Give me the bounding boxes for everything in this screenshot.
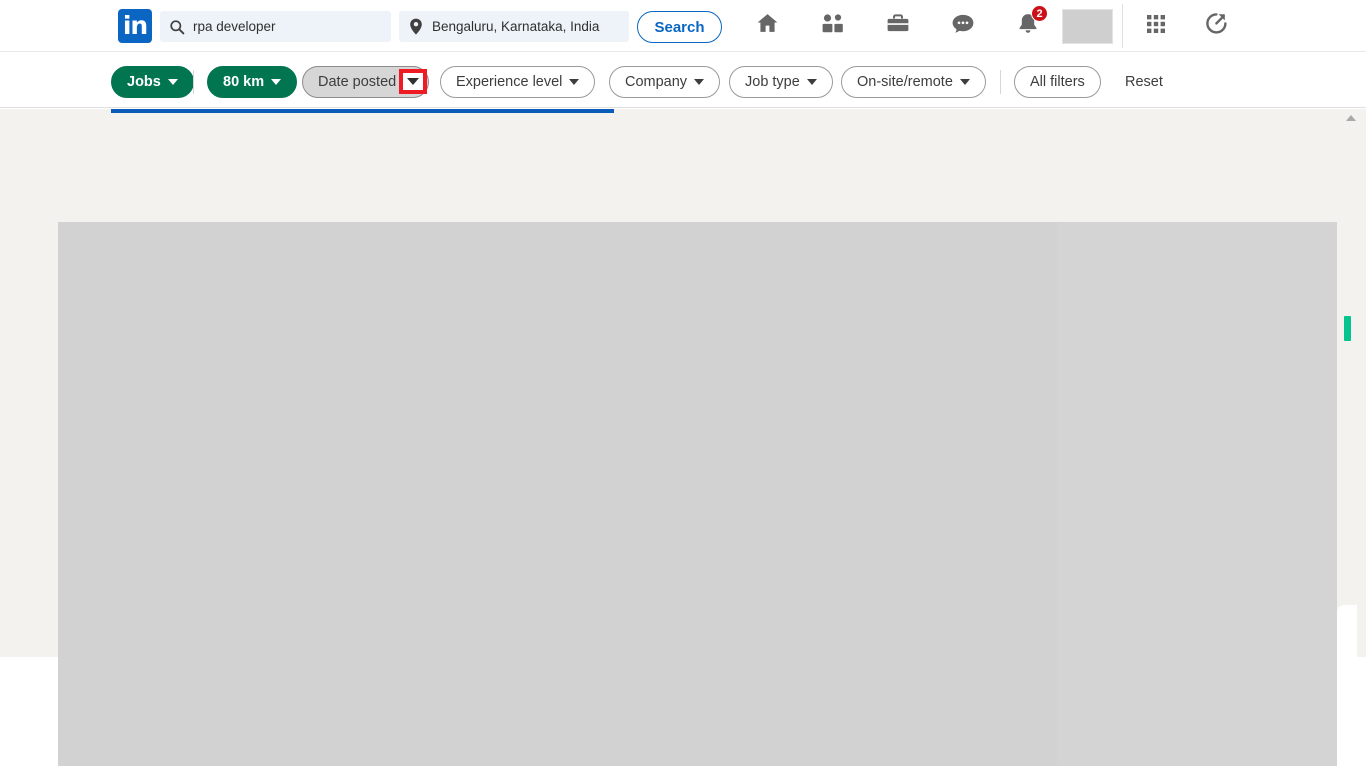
chevron-down-icon <box>960 79 970 85</box>
nav-item-my-network[interactable] <box>800 0 865 52</box>
nav-item-jobs[interactable] <box>865 0 930 52</box>
top-navigation-bar: in Search <box>0 0 1366 52</box>
scroll-up-arrow-icon[interactable] <box>1346 115 1356 121</box>
chevron-down-icon <box>168 79 178 85</box>
chevron-down-icon <box>694 79 704 85</box>
search-button[interactable]: Search <box>637 11 722 43</box>
filter-jobs-label: Jobs <box>127 75 161 90</box>
chevron-down-icon <box>271 79 281 85</box>
home-icon <box>755 11 780 41</box>
location-pin-icon <box>407 18 425 36</box>
people-icon <box>820 11 846 41</box>
filter-all-filters[interactable]: All filters <box>1014 66 1101 98</box>
annotation-highlight-box <box>399 69 427 94</box>
filter-distance-label: 80 km <box>223 75 264 90</box>
bottom-right-panel-corner <box>1337 605 1357 657</box>
filter-job-type[interactable]: Job type <box>729 66 833 98</box>
avatar[interactable] <box>1062 9 1113 44</box>
message-bubble-icon <box>950 11 976 41</box>
linkedin-logo-icon[interactable]: in <box>118 9 152 43</box>
keyword-search-box[interactable] <box>160 11 391 42</box>
nav-icon-group: 2 <box>735 0 1060 52</box>
keyword-search-input[interactable] <box>186 11 381 42</box>
nav-item-home[interactable] <box>735 0 800 52</box>
chevron-down-icon <box>807 79 817 85</box>
filter-job-type-label: Job type <box>745 75 800 90</box>
chevron-down-icon <box>407 78 419 85</box>
filter-company[interactable]: Company <box>609 66 720 98</box>
scrollbar-thumb[interactable] <box>1344 316 1351 341</box>
reset-filters-link[interactable]: Reset <box>1117 66 1171 98</box>
grid-apps-icon <box>1145 13 1167 40</box>
search-icon <box>168 18 186 36</box>
filter-onsite-remote-label: On-site/remote <box>857 75 953 90</box>
nav-item-notifications[interactable]: 2 <box>995 0 1060 52</box>
filter-distance[interactable]: 80 km <box>207 66 297 98</box>
filter-onsite-remote[interactable]: On-site/remote <box>841 66 986 98</box>
page-scrollbar[interactable] <box>1337 109 1366 657</box>
apps-button[interactable] <box>1128 0 1184 52</box>
location-search-box[interactable] <box>399 11 629 42</box>
main-content-area <box>0 109 1366 657</box>
briefcase-icon <box>885 11 911 41</box>
filter-group-divider-2 <box>1000 70 1001 94</box>
chevron-down-icon <box>569 79 579 85</box>
post-job-icon <box>1204 11 1229 41</box>
nav-divider <box>1122 4 1123 48</box>
page-load-progress-bar <box>111 109 614 113</box>
filter-all-filters-label: All filters <box>1030 75 1085 90</box>
job-detail-loading-placeholder <box>1057 222 1337 766</box>
filter-experience-level-label: Experience level <box>456 75 562 90</box>
filter-jobs[interactable]: Jobs <box>111 66 194 98</box>
filter-experience-level[interactable]: Experience level <box>440 66 595 98</box>
nav-item-messaging[interactable] <box>930 0 995 52</box>
location-search-input[interactable] <box>425 11 620 42</box>
filter-group-divider <box>193 70 194 94</box>
post-job-button[interactable] <box>1188 0 1244 52</box>
filter-company-label: Company <box>625 75 687 90</box>
filter-date-posted-label: Date posted <box>318 75 396 90</box>
notifications-badge: 2 <box>1031 5 1048 22</box>
